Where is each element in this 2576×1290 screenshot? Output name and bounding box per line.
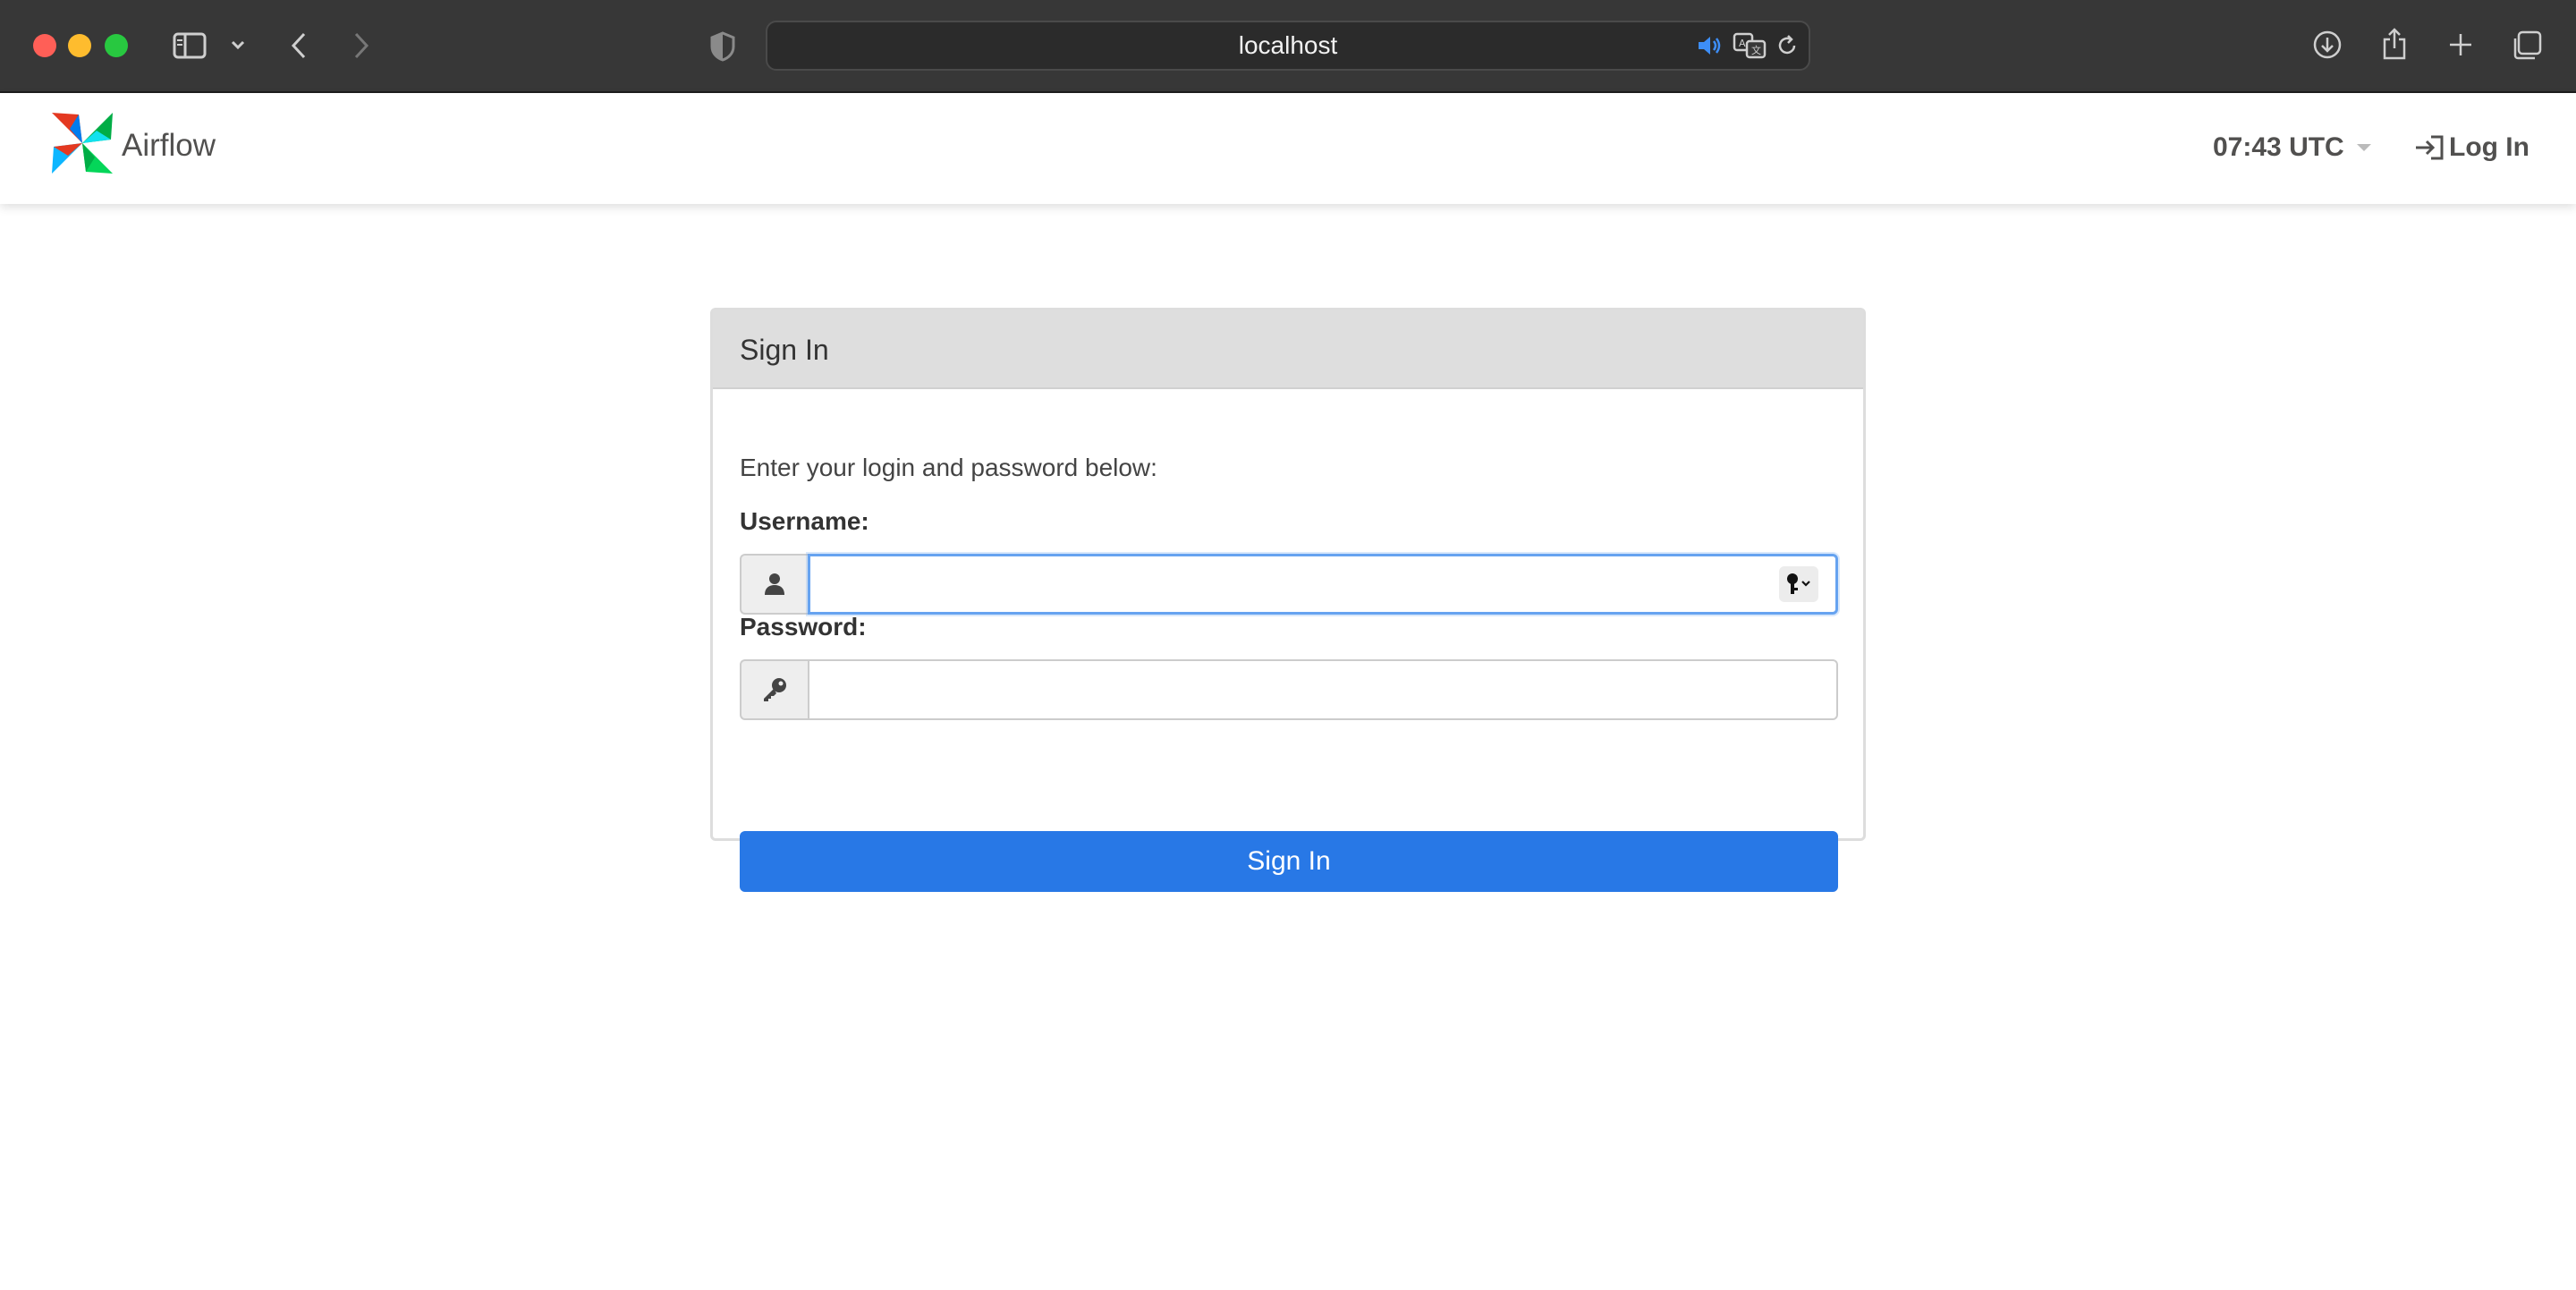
username-label: Username:: [740, 507, 869, 535]
login-link[interactable]: Log In: [2413, 132, 2529, 163]
zoom-window-button[interactable]: [105, 34, 128, 57]
clock-text: 07:43 UTC: [2213, 132, 2344, 162]
app-navbar: Airflow 07:43 UTC Log In: [0, 93, 2576, 204]
translate-icon[interactable]: A文: [1732, 31, 1767, 60]
username-group: [740, 554, 1838, 615]
clock-dropdown[interactable]: 07:43 UTC: [2213, 132, 2371, 163]
url-text: localhost: [1238, 31, 1338, 59]
key-icon: [740, 659, 808, 720]
speaker-icon[interactable]: [1696, 33, 1723, 58]
browser-toolbar: localhost A文: [0, 0, 2576, 93]
brand-link[interactable]: Airflow: [48, 109, 216, 182]
chevron-down-icon[interactable]: [229, 34, 247, 55]
username-input[interactable]: [808, 554, 1838, 615]
plus-icon[interactable]: [2445, 29, 2476, 61]
minimize-window-button[interactable]: [68, 34, 91, 57]
signin-intro-text: Enter your login and password below:: [740, 454, 1157, 481]
sidebar-icon[interactable]: [172, 29, 208, 63]
svg-text:A: A: [1739, 38, 1746, 49]
password-label: Password:: [740, 613, 867, 641]
privacy-shield-icon[interactable]: [707, 29, 739, 64]
close-window-button[interactable]: [33, 34, 56, 57]
download-icon[interactable]: [2311, 27, 2343, 63]
password-group: [740, 659, 1838, 720]
user-icon: [740, 554, 808, 615]
svg-text:文: 文: [1751, 44, 1761, 56]
chevron-right-icon[interactable]: [347, 29, 376, 63]
sign-in-icon: [2413, 134, 2445, 161]
airflow-logo-icon: [48, 109, 116, 182]
address-bar[interactable]: localhost A文: [766, 21, 1810, 71]
signin-button[interactable]: Sign In: [740, 831, 1838, 892]
login-label: Log In: [2449, 132, 2529, 162]
brand-name: Airflow: [122, 127, 216, 163]
share-icon[interactable]: [2379, 25, 2410, 63]
chevron-left-icon[interactable]: [284, 29, 313, 63]
password-input[interactable]: [808, 659, 1838, 720]
reload-icon[interactable]: [1775, 33, 1800, 58]
signin-panel: Sign In Enter your login and password be…: [710, 308, 1866, 892]
caret-down-icon: [2356, 144, 2371, 151]
tab-overview-icon[interactable]: [2510, 29, 2544, 63]
password-autofill-key-icon[interactable]: [1779, 566, 1818, 602]
panel-heading: Sign In: [713, 310, 1863, 389]
